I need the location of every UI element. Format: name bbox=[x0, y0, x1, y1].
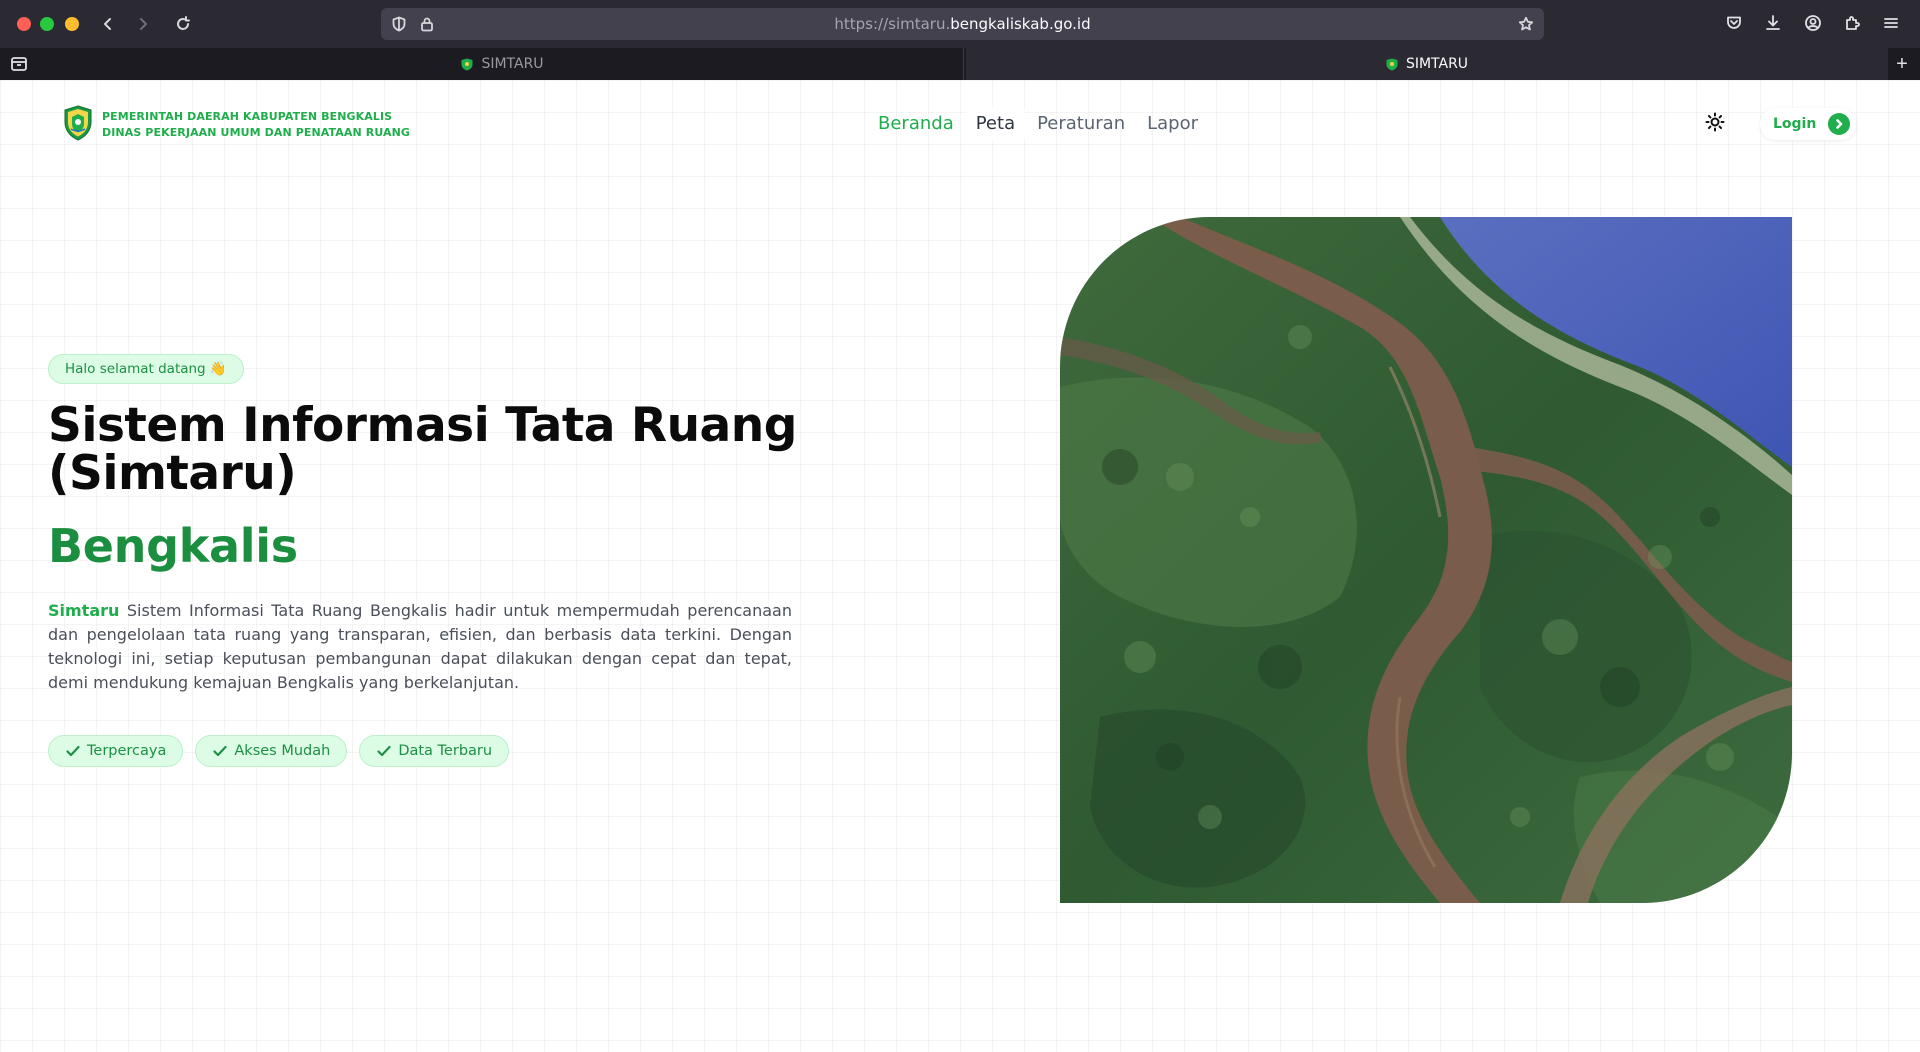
brand-line-1: PEMERINTAH DAERAH KABUPATEN BENGKALIS bbox=[102, 110, 393, 123]
login-button[interactable]: Login bbox=[1760, 108, 1857, 140]
chevron-right-icon bbox=[140, 18, 147, 30]
feature-chip-terpercaya: Terpercaya bbox=[48, 735, 184, 767]
pocket-icon[interactable] bbox=[1725, 14, 1745, 34]
extensions-icon[interactable] bbox=[1843, 14, 1863, 34]
main-nav: Beranda Peta Peraturan Lapor bbox=[868, 106, 1210, 142]
feature-list: Terpercaya Akses Mudah Data Terbaru bbox=[48, 735, 510, 767]
feature-label: Data Terbaru bbox=[398, 743, 493, 759]
feature-label: Akses Mudah bbox=[234, 743, 331, 759]
forward-button[interactable] bbox=[131, 12, 155, 36]
tab-title: SIMTARU bbox=[481, 56, 544, 72]
star-icon[interactable] bbox=[1518, 16, 1534, 32]
feature-chip-akses-mudah: Akses Mudah bbox=[195, 735, 348, 767]
hero-title: Sistem Informasi Tata Ruang (Simtaru) bbox=[48, 402, 808, 498]
tab-bar: SIMTARU SIMTARU + bbox=[0, 48, 1920, 80]
hero-title-line-1: Sistem Informasi Tata Ruang bbox=[48, 398, 797, 453]
nav-peraturan[interactable]: Peraturan bbox=[1027, 106, 1135, 142]
menu-icon[interactable] bbox=[1882, 14, 1902, 34]
hero-subtitle: Bengkalis bbox=[48, 519, 298, 573]
download-icon[interactable] bbox=[1764, 14, 1784, 34]
url-text[interactable]: https://simtaru.bengkaliskab.go.id bbox=[381, 8, 1544, 40]
window-zoom-button[interactable] bbox=[65, 17, 79, 31]
new-tab-button[interactable]: + bbox=[1892, 54, 1912, 74]
chevron-right-icon bbox=[1828, 113, 1851, 135]
address-bar[interactable]: https://simtaru.bengkaliskab.go.id bbox=[381, 8, 1544, 40]
theme-toggle-button[interactable] bbox=[1705, 112, 1729, 136]
hero-title-line-2: (Simtaru) bbox=[48, 446, 297, 501]
tab-title: SIMTARU bbox=[1405, 56, 1469, 72]
feature-label: Terpercaya bbox=[87, 743, 167, 759]
sun-icon bbox=[1705, 112, 1725, 132]
favicon-icon bbox=[1386, 58, 1398, 70]
login-label: Login bbox=[1773, 116, 1817, 132]
nav-beranda[interactable]: Beranda bbox=[868, 106, 964, 142]
nav-lapor[interactable]: Lapor bbox=[1137, 106, 1208, 142]
brand-text[interactable]: PEMERINTAH DAERAH KABUPATEN BENGKALIS DI… bbox=[102, 109, 410, 141]
reload-button[interactable] bbox=[171, 12, 195, 36]
browser-toolbar: https://simtaru.bengkaliskab.go.id bbox=[0, 0, 1920, 48]
brand-line-2: DINAS PEKERJAAN UMUM DAN PENATAAN RUANG bbox=[102, 126, 411, 139]
tab-simtaru-2[interactable]: SIMTARU bbox=[966, 48, 1888, 80]
feature-chip-data-terbaru: Data Terbaru bbox=[359, 735, 510, 767]
chevron-left-icon bbox=[104, 18, 111, 30]
reload-icon bbox=[177, 16, 190, 30]
site-header: PEMERINTAH DAERAH KABUPATEN BENGKALIS DI… bbox=[0, 80, 1920, 168]
welcome-badge: Halo selamat datang 👋 bbox=[48, 354, 244, 384]
bengkalis-emblem-icon[interactable] bbox=[64, 105, 92, 141]
hero-description-text: Sistem Informasi Tata Ruang Bengkalis ha… bbox=[48, 601, 792, 692]
hero-description: Simtaru Sistem Informasi Tata Ruang Beng… bbox=[48, 599, 792, 695]
tab-tray-icon[interactable] bbox=[10, 55, 28, 73]
check-icon bbox=[213, 745, 227, 757]
nav-peta[interactable]: Peta bbox=[965, 106, 1026, 142]
window-minimize-button[interactable] bbox=[40, 17, 54, 31]
favicon-icon bbox=[461, 58, 473, 70]
check-icon bbox=[377, 745, 391, 757]
account-icon[interactable] bbox=[1804, 14, 1824, 34]
hero-description-accent: Simtaru bbox=[48, 601, 120, 620]
back-button[interactable] bbox=[96, 12, 120, 36]
url-prefix: https://simtaru. bbox=[834, 15, 951, 33]
tab-simtaru-1[interactable]: SIMTARU bbox=[42, 48, 964, 80]
url-domain: bengkaliskab.go.id bbox=[950, 15, 1091, 33]
check-icon bbox=[66, 745, 80, 757]
window-close-button[interactable] bbox=[17, 17, 31, 31]
page: PEMERINTAH DAERAH KABUPATEN BENGKALIS DI… bbox=[0, 80, 1920, 1052]
satellite-map-image bbox=[1060, 217, 1792, 903]
